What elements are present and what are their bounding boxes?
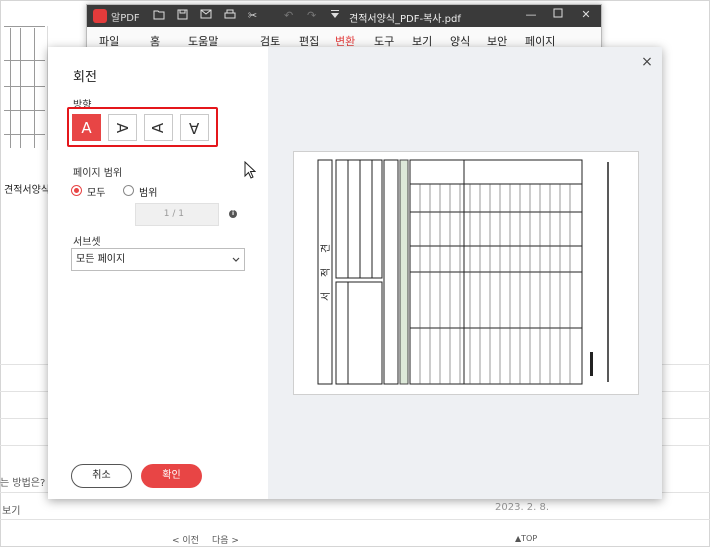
page-range-label: 페이지 범위 <box>73 168 123 179</box>
window-close-icon[interactable]: ✕ <box>576 8 596 21</box>
range-custom-label[interactable]: 범위 <box>139 184 157 199</box>
cancel-button[interactable]: 취소 <box>71 464 132 488</box>
maximize-icon[interactable] <box>548 8 568 21</box>
post-date: 2023. 2. 8. <box>495 502 550 513</box>
close-icon[interactable]: × <box>638 53 656 71</box>
subset-select[interactable]: 모든 페이지 <box>71 248 245 271</box>
rotate-90-button[interactable]: A <box>108 114 137 141</box>
open-folder-icon[interactable] <box>153 9 165 24</box>
page-range-input[interactable]: 1 / 1 <box>135 203 219 226</box>
dialog-title: 회전 <box>73 70 97 85</box>
rotate-270-button[interactable]: A <box>144 114 173 141</box>
preview-label-2: 적 <box>320 268 332 277</box>
info-icon[interactable]: i <box>229 210 237 218</box>
subset-value: 모든 페이지 <box>76 254 126 265</box>
rotate-180-glyph: A <box>189 118 200 137</box>
subset-label: 서브셋 <box>73 237 101 248</box>
app-name: 알PDF <box>111 13 140 24</box>
document-thumbnail[interactable] <box>0 26 48 150</box>
title-bar: 알PDF ✂ ↶ ↷ 견적서양식_PDF-복사.pdf — ✕ <box>87 5 601 27</box>
mail-icon[interactable] <box>200 9 212 23</box>
rotate-0-button[interactable]: A <box>72 114 101 141</box>
scissors-icon[interactable]: ✂ <box>248 9 257 23</box>
question-text[interactable]: 는 방법은? <box>0 474 45 489</box>
app-logo-icon <box>93 9 107 23</box>
save-icon[interactable] <box>177 9 188 24</box>
rotate-270-glyph: A <box>149 122 168 133</box>
divider <box>0 519 710 520</box>
rotate-dialog: 회전 방향 A A A A 페이지 범위 모두 범위 1 / 1 i 서브셋 모… <box>48 47 662 499</box>
prev-link[interactable]: < 이전 <box>172 533 199 546</box>
range-all-radio[interactable] <box>71 185 82 196</box>
preview-label-1: 견 <box>320 244 332 253</box>
dialog-options-panel: 회전 방향 A A A A 페이지 범위 모두 범위 1 / 1 i 서브셋 모… <box>48 47 268 499</box>
rotate-180-button[interactable]: A <box>180 114 209 141</box>
quick-access-dropdown-icon[interactable] <box>330 9 340 23</box>
print-icon[interactable] <box>224 9 236 24</box>
range-custom-radio[interactable] <box>123 185 134 196</box>
preview-panel: × 견 적 서 <box>268 47 662 499</box>
ok-button[interactable]: 확인 <box>141 464 202 488</box>
document-title: 견적서양식_PDF-복사.pdf <box>349 14 461 25</box>
undo-icon[interactable]: ↶ <box>284 9 293 23</box>
top-link[interactable]: ▲TOP <box>515 534 537 543</box>
minimize-icon[interactable]: — <box>521 8 541 21</box>
range-all-label[interactable]: 모두 <box>87 184 105 199</box>
page-preview-graphic: 견 적 서 <box>317 159 609 385</box>
view-link[interactable]: 보기 <box>2 502 20 517</box>
page-preview: 견 적 서 <box>293 151 639 395</box>
mouse-cursor-icon <box>244 160 257 182</box>
redo-icon[interactable]: ↷ <box>307 9 316 23</box>
chevron-down-icon <box>232 249 240 278</box>
preview-label-3: 서 <box>320 292 332 301</box>
rotate-0-glyph: A <box>81 118 92 137</box>
next-link[interactable]: 다음 > <box>212 533 239 546</box>
rotate-90-glyph: A <box>113 122 132 133</box>
